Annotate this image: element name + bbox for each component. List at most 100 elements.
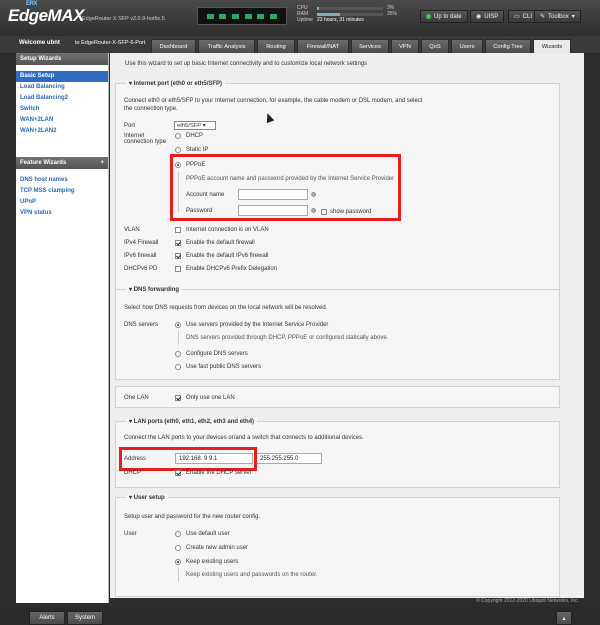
sidebar-item-load-balancing[interactable]: Load Balancing <box>16 82 108 93</box>
tab-qos[interactable]: QoS <box>421 39 449 53</box>
logo-text: EdgeMAX <box>8 6 84 25</box>
sidebar-item-basic-setup[interactable]: Basic Setup <box>16 71 108 82</box>
welcome-text: Welcome ubnt <box>19 40 60 46</box>
port-led <box>206 13 214 19</box>
uisp-button[interactable]: ◉ UISP <box>470 10 505 23</box>
chevron-down-icon: ▾ <box>571 14 575 20</box>
static-ip-radio[interactable] <box>175 147 181 153</box>
sidebar-item-tcp-mss-clamping[interactable]: TCP MSS clamping <box>16 186 108 197</box>
dns-public-label: Use fast public DNS servers <box>186 364 262 370</box>
internet-section-title[interactable]: ▾ Internet port (eth0 or eth5/SFP) <box>126 80 226 87</box>
dhcpv6-pd-label: DHCPv6 PD <box>124 266 158 272</box>
system-stats: CPU 3% RAM 35% Uptime 23 hours, 31 minut… <box>297 5 407 27</box>
port-status-panel <box>197 7 287 25</box>
terminal-icon: ▭ <box>514 14 520 20</box>
sidebar-item-wan-2lan2[interactable]: WAN+2LAN2 <box>16 126 108 137</box>
port-led <box>219 13 227 19</box>
dns-section-title[interactable]: ▾ DNS forwarding <box>126 286 183 293</box>
system-tab[interactable]: System <box>67 611 103 625</box>
port-select[interactable]: eth5/SFP ▾ <box>174 121 216 130</box>
tab-dashboard[interactable]: Dashboard <box>151 39 196 53</box>
ipv6-firewall-checkbox[interactable] <box>175 253 181 259</box>
dns-servers-label: DNS servers <box>124 322 159 328</box>
tab-users[interactable]: Users <box>451 39 483 53</box>
add-icon: + <box>100 160 104 166</box>
wizard-content: Use this wizard to set up basic Internet… <box>110 53 584 598</box>
uptime-value: 23 hours, 31 minutes <box>317 17 364 23</box>
tab-firewall-nat[interactable]: Firewall/NAT <box>297 39 349 53</box>
vlan-label: VLAN <box>124 227 140 233</box>
one-lan-checkbox[interactable] <box>175 395 181 401</box>
sidebar-item-vpn-status[interactable]: VPN status <box>16 208 108 219</box>
vlan-checkbox[interactable] <box>175 227 181 233</box>
wrench-icon: ✎ <box>540 14 546 20</box>
lan-ports-section: ▾ LAN ports (eth0, eth1, eth2, eth3 and … <box>115 418 560 488</box>
user-label: User <box>124 531 137 537</box>
port-led <box>270 13 278 19</box>
edgemax-logo: ERX EdgeMAX <box>8 1 84 26</box>
sidebar-item-switch[interactable]: Switch <box>16 104 108 115</box>
uisp-label: UISP <box>484 13 499 20</box>
user-indent-line <box>178 568 179 582</box>
update-status-label: Up to date <box>434 13 462 20</box>
tab-routing[interactable]: Routing <box>257 39 295 53</box>
ipv4-firewall-checkbox[interactable] <box>175 240 181 246</box>
dhcp-radio[interactable] <box>175 133 181 139</box>
tab-config-tree[interactable]: Config Tree <box>485 39 531 53</box>
footer-bar: Alerts System ▴ <box>0 607 600 625</box>
sidebar-item-load-balancing2[interactable]: Load Balancing2 <box>16 93 108 104</box>
tab-traffic-analysis[interactable]: Traffic Analysis <box>198 39 255 53</box>
tab-wizards[interactable]: Wizards <box>533 39 571 53</box>
dns-isp-label: Use servers provided by the Internet Ser… <box>186 322 329 328</box>
lan-netmask-input[interactable]: 255.255.255.0 <box>256 453 322 464</box>
cli-label: CLI <box>522 13 533 20</box>
dhcpv6-pd-checkbox[interactable] <box>175 266 181 272</box>
nav-bar: Welcome ubnt to EdgeRouter-X-SFP-6-Port … <box>0 36 600 53</box>
sidebar-item-upnp[interactable]: UPnP <box>16 197 108 208</box>
lan-section-title[interactable]: ▾ LAN ports (eth0, eth1, eth2, eth3 and … <box>126 418 258 425</box>
tab-vpn[interactable]: VPN <box>391 39 419 53</box>
default-user-radio[interactable] <box>175 531 181 537</box>
default-user-label: Use default user <box>186 531 230 537</box>
one-lan-text: Only use one LAN <box>186 395 235 401</box>
conn-type-label-line2: connection type <box>124 139 167 145</box>
status-dot-icon <box>426 14 431 19</box>
wizard-intro: Use this wizard to set up basic Internet… <box>125 61 368 67</box>
sidebar-item-dns-host-names[interactable]: DNS host names <box>16 175 108 186</box>
setup-wizards-title: Setup Wizards <box>20 56 62 62</box>
lan-section-title-text: LAN ports (eth0, eth1, eth2, eth3 and et… <box>133 419 255 425</box>
keep-users-radio[interactable] <box>175 559 181 565</box>
lan-dhcp-text: Enable the DHCP server <box>186 470 252 476</box>
logo-prefix: ERX <box>26 1 37 7</box>
lan-dhcp-label: DHCP <box>124 470 142 476</box>
lan-dhcp-checkbox[interactable] <box>175 470 181 476</box>
one-lan-section: One LAN Only use one LAN <box>115 386 560 408</box>
internet-desc-line2: the connection type. <box>124 106 178 112</box>
toolbox-button[interactable]: ✎ Toolbox ▾ <box>534 10 581 23</box>
collapse-button[interactable]: ▴ <box>556 611 572 625</box>
uisp-icon: ◉ <box>476 14 482 20</box>
dns-isp-radio[interactable] <box>175 322 181 328</box>
sidebar-item-wan-2lan[interactable]: WAN+2LAN <box>16 115 108 126</box>
alerts-tab[interactable]: Alerts <box>29 611 65 625</box>
dns-public-radio[interactable] <box>175 364 181 370</box>
feature-wizards-header[interactable]: Feature Wizards + <box>16 157 108 169</box>
dns-configure-radio[interactable] <box>175 351 181 357</box>
new-admin-radio[interactable] <box>175 545 181 551</box>
ram-percent: 35% <box>387 11 398 17</box>
dns-forwarding-section: ▾ DNS forwarding Select how DNS requests… <box>115 286 560 380</box>
feature-wizards-title: Feature Wizards <box>20 160 67 166</box>
vlan-text: Internet connection is on VLAN <box>186 227 269 233</box>
update-status-button[interactable]: Up to date <box>420 10 468 23</box>
dhcp-label: DHCP <box>186 133 204 139</box>
ipv6-firewall-text: Enable the default IPv6 firewall <box>186 253 269 259</box>
ipv4-firewall-text: Enable the default firewall <box>186 240 255 246</box>
dns-isp-desc: DNS servers provided through DHCP, PPPoE… <box>186 335 389 341</box>
user-section-title[interactable]: ▾ User setup <box>126 494 168 501</box>
pppoe-highlight-box <box>170 154 401 221</box>
host-text: to EdgeRouter-X-SFP-6-Port <box>75 40 146 46</box>
tab-services[interactable]: Services <box>351 39 389 53</box>
chevron-up-icon: ▴ <box>562 615 566 622</box>
top-bar: ERX EdgeMAX EdgeRouter X SFP v2.0.9-hotf… <box>0 0 600 36</box>
cpu-bar <box>317 6 383 10</box>
